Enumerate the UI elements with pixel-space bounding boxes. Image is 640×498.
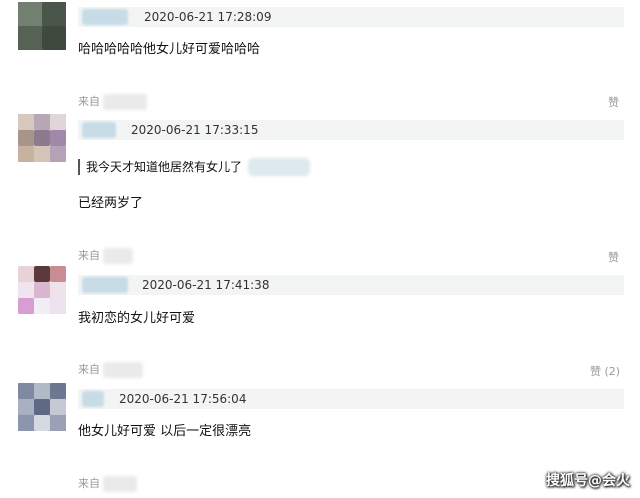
avatar[interactable] [18,383,66,431]
quoted-username-blurred [248,158,310,176]
like-button[interactable]: 赞 (2) [590,365,620,379]
source-app-blurred [103,362,143,378]
comment-timestamp: 2020-06-21 17:56:04 [119,392,247,406]
comment-timestamp: 2020-06-21 17:41:38 [142,278,270,292]
source-app-blurred [103,248,133,264]
username-blurred[interactable] [82,122,116,138]
comment-source: 来自 [78,477,100,490]
avatar[interactable] [18,2,66,50]
like-button[interactable]: 赞 [608,96,619,110]
comment-meta-bar: 2020-06-21 17:33:15 [78,120,624,140]
quoted-comment: 我今天才知道他居然有女儿了 [78,159,242,175]
username-blurred[interactable] [82,391,104,407]
comment-meta-bar: 2020-06-21 17:41:38 [78,275,624,295]
comment-source: 来自 [78,363,100,376]
comment-text: 已经两岁了 [78,196,144,211]
source-app-blurred [103,476,137,492]
comment-timestamp: 2020-06-21 17:33:15 [131,123,259,137]
comment-source: 来自 [78,249,100,262]
source-app-blurred [103,94,147,110]
comment-source: 来自 [78,95,100,108]
avatar[interactable] [18,266,66,314]
comment-text: 他女儿好可爱 以后一定很漂亮 [78,424,252,439]
comment-meta-bar: 2020-06-21 17:56:04 [78,389,624,409]
comment-text: 哈哈哈哈哈他女儿好可爱哈哈哈 [78,42,261,57]
username-blurred[interactable] [82,9,128,25]
like-button[interactable]: 赞 [608,251,619,265]
watermark: 搜狐号@会火 [546,473,630,489]
username-blurred[interactable] [82,277,128,293]
comment-meta-bar: 2020-06-21 17:28:09 [78,7,624,27]
avatar[interactable] [18,114,66,162]
comment-timestamp: 2020-06-21 17:28:09 [144,10,272,24]
comment-text: 我初恋的女儿好可爱 [78,311,196,326]
